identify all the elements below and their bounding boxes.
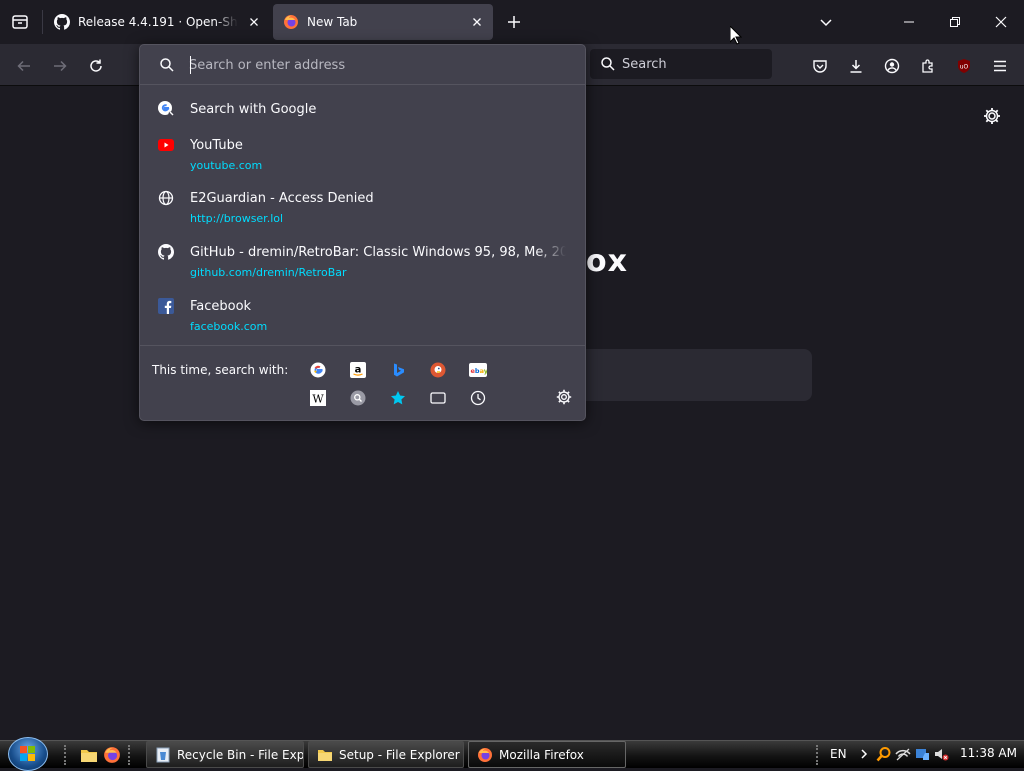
close-window-button[interactable]	[978, 0, 1024, 44]
tab-strip: Release 4.4.191 · Open-Shell/Open-Shell-…	[0, 0, 1024, 44]
result-facebook[interactable]: Facebook facebook.com	[140, 296, 585, 340]
download-icon[interactable]	[842, 52, 870, 80]
taskbar-grip	[64, 745, 68, 765]
bing-icon[interactable]	[388, 360, 408, 380]
result-url: github.com/dremin/RetroBar	[190, 266, 347, 279]
taskbar-grip	[128, 745, 132, 765]
github-icon	[157, 243, 175, 261]
result-url: http://browser.lol	[190, 212, 284, 225]
result-e2guardian[interactable]: E2Guardian - Access Denied http://browse…	[140, 188, 585, 232]
search-tray-icon[interactable]	[876, 746, 892, 762]
page-search-box[interactable]	[586, 349, 812, 401]
github-icon	[54, 14, 70, 30]
tab-title: Release 4.4.191 · Open-Shell/Open-Shell-…	[78, 15, 238, 29]
result-title: GitHub - dremin/RetroBar: Classic Window…	[190, 245, 566, 260]
account-icon[interactable]	[878, 52, 906, 80]
result-title: YouTube	[190, 138, 243, 153]
google-icon[interactable]	[308, 360, 328, 380]
bookmarks-icon[interactable]	[388, 388, 408, 408]
google-search-icon	[157, 100, 175, 118]
language-indicator[interactable]: EN	[830, 747, 847, 761]
result-title: E2Guardian - Access Denied	[190, 191, 374, 206]
duckduckgo-icon[interactable]	[428, 360, 448, 380]
forward-icon[interactable]	[46, 52, 74, 80]
urlbar	[140, 45, 585, 85]
firefox-quicklaunch-icon[interactable]	[103, 746, 121, 764]
search-icon	[159, 57, 175, 73]
ebay-icon[interactable]: ebay	[468, 360, 488, 380]
recycle-bin-icon	[155, 747, 171, 763]
tab-github-release[interactable]: Release 4.4.191 · Open-Shell/Open-Shell-…	[44, 4, 270, 40]
history-icon[interactable]	[468, 388, 488, 408]
new-tab-plus-icon[interactable]	[504, 12, 524, 32]
url-input[interactable]	[189, 54, 569, 76]
ublock-icon[interactable]: uO	[950, 52, 978, 80]
network-icon[interactable]	[895, 746, 911, 762]
tab-close-icon[interactable]	[246, 14, 262, 30]
tab-title: New Tab	[307, 15, 358, 29]
taskbar: Recycle Bin - File Explorer Setup - File…	[0, 737, 1024, 771]
search-icon	[600, 56, 616, 72]
popup-divider	[140, 345, 585, 346]
text-caret	[190, 56, 191, 74]
facebook-icon	[157, 297, 175, 315]
taskbar-button-label: Mozilla Firefox	[499, 747, 584, 762]
result-github-retrobar[interactable]: GitHub - dremin/RetroBar: Classic Window…	[140, 242, 585, 286]
list-all-tabs-chevron-down-icon[interactable]	[816, 12, 836, 32]
windows-logo-icon	[20, 746, 35, 761]
wikipedia-icon[interactable]: W	[308, 388, 328, 408]
urlbar-popup: Search with Google YouTube youtube.com E…	[139, 44, 586, 421]
globe-icon	[157, 189, 175, 207]
taskbar-button-label: Setup - File Explorer	[339, 747, 460, 762]
taskbar-button-label: Recycle Bin - File Explorer	[177, 747, 303, 762]
result-url: youtube.com	[190, 159, 263, 172]
volume-muted-icon[interactable]	[933, 746, 949, 762]
svg-text:W: W	[312, 393, 324, 406]
reload-icon[interactable]	[82, 52, 110, 80]
taskbar-button-setup[interactable]: Setup - File Explorer	[308, 741, 464, 768]
svg-text:a: a	[355, 365, 362, 376]
tab-close-icon[interactable]	[469, 14, 485, 30]
amazon-icon[interactable]: a	[348, 360, 368, 380]
search-bar[interactable]: Search	[590, 49, 772, 79]
pocket-icon[interactable]	[806, 52, 834, 80]
file-explorer-quicklaunch-icon[interactable]	[80, 746, 98, 764]
oneoff-search-label: This time, search with:	[152, 363, 289, 377]
taskbar-button-recycle-bin[interactable]: Recycle Bin - File Explorer	[146, 741, 304, 768]
svg-text:ebay: ebay	[471, 367, 488, 375]
firefox-view-icon[interactable]	[10, 12, 30, 32]
result-url: facebook.com	[190, 320, 268, 333]
clock[interactable]: 11:38 AM	[960, 746, 1017, 760]
taskbar-grip	[816, 745, 820, 765]
search-engine-icon[interactable]	[348, 388, 368, 408]
youtube-icon	[157, 136, 175, 154]
result-search-with-google[interactable]: Search with Google	[140, 97, 585, 127]
firefox-icon	[283, 14, 299, 30]
security-shield-icon[interactable]	[914, 746, 930, 762]
personalize-gear-icon[interactable]	[982, 106, 1002, 126]
start-button[interactable]	[8, 737, 48, 771]
result-youtube[interactable]: YouTube youtube.com	[140, 135, 585, 179]
tab-divider	[42, 10, 43, 34]
result-title: Facebook	[190, 299, 252, 314]
restore-button[interactable]	[932, 0, 978, 44]
result-title: Search with Google	[190, 102, 317, 117]
taskbar-button-firefox[interactable]: Mozilla Firefox	[468, 741, 626, 768]
mouse-cursor-icon	[730, 26, 742, 45]
tabs-icon[interactable]	[428, 388, 448, 408]
tab-new-tab[interactable]: New Tab	[273, 4, 493, 40]
firefox-wordmark: ox	[586, 244, 628, 279]
extensions-icon[interactable]	[914, 52, 942, 80]
back-icon[interactable]	[10, 52, 38, 80]
folder-icon	[317, 747, 333, 763]
search-settings-gear-icon[interactable]	[555, 388, 573, 406]
minimize-button[interactable]	[886, 0, 932, 44]
firefox-icon	[477, 747, 493, 763]
tray-expand-chevron-icon[interactable]	[856, 746, 872, 762]
search-bar-placeholder: Search	[622, 57, 667, 72]
menu-icon[interactable]	[986, 52, 1014, 80]
svg-text:uO: uO	[960, 64, 969, 71]
